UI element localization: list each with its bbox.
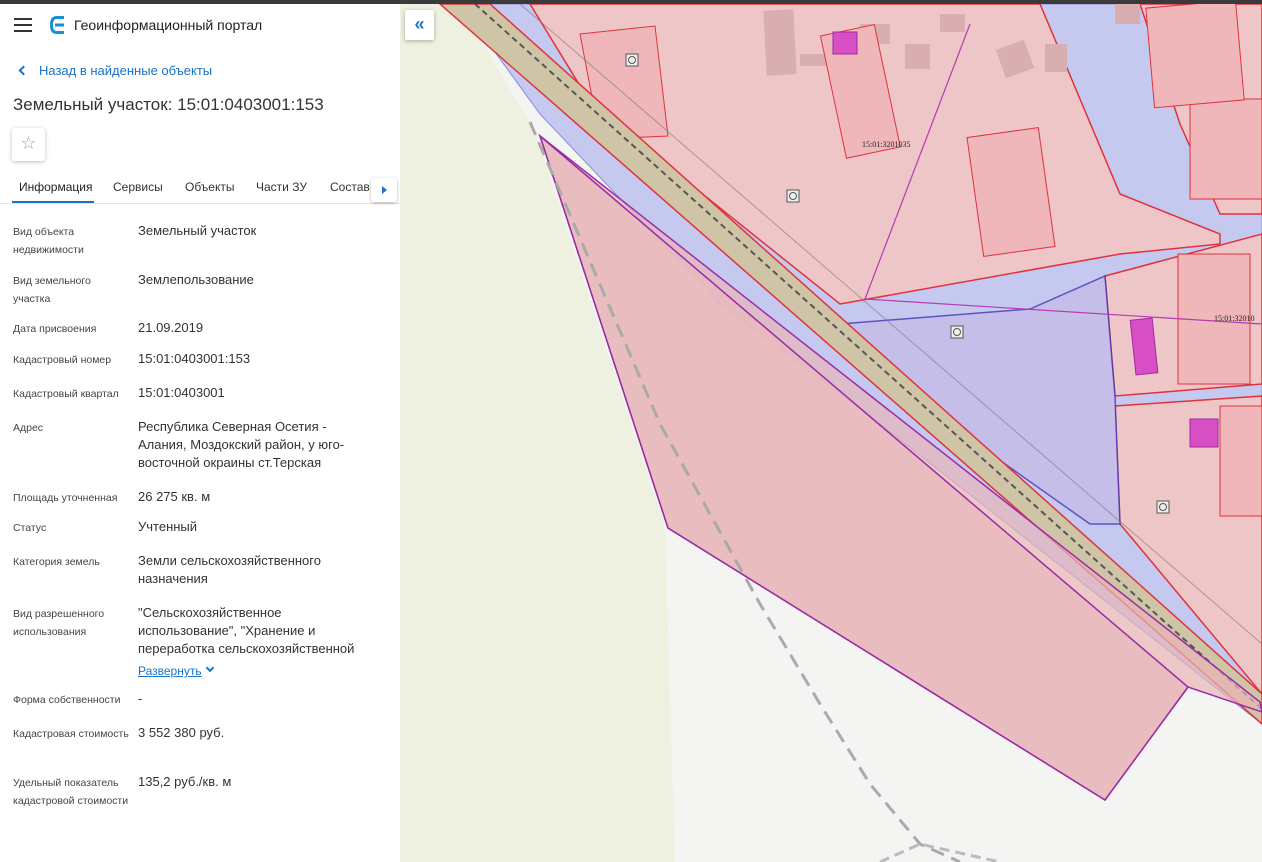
tab-objects[interactable]: Объекты — [185, 180, 235, 194]
prop-label-status: Статус — [13, 522, 47, 534]
point-marker-2[interactable] — [786, 189, 800, 203]
building-12 — [1219, 405, 1262, 517]
building-14 — [1145, 4, 1245, 109]
back-to-results-link[interactable]: Назад в найденные объекты — [16, 63, 212, 78]
prop-value-object-type: Земельный участок — [138, 223, 257, 238]
chevron-left-icon — [18, 65, 29, 76]
tab-bar: Информация Сервисы Объекты Части ЗУ Сост… — [0, 174, 400, 204]
back-link-label: Назад в найденные объекты — [39, 63, 213, 78]
chevron-down-icon[interactable] — [205, 663, 215, 673]
prop-label-object-type: Вид объекта недвижимости — [13, 226, 84, 256]
double-chevron-left-icon: « — [414, 14, 425, 34]
point-marker-1[interactable] — [625, 53, 639, 67]
hamburger-menu-icon[interactable] — [14, 18, 32, 32]
prop-label-ownership-form: Форма собственности — [13, 694, 121, 706]
magenta-object-1 — [832, 31, 858, 55]
tabs-scroll-right-button[interactable] — [371, 178, 397, 202]
prop-value-area: 26 275 кв. м — [138, 489, 211, 504]
page-title: Земельный участок: 15:01:0403001:153 — [13, 95, 324, 114]
prop-value-assignment-date: 21.09.2019 — [138, 320, 204, 335]
tab-composition[interactable]: Состав — [330, 180, 370, 194]
map-label-parcel-2: 15:01:32010 — [1214, 314, 1254, 323]
prop-value-address: Республика Северная Осетия - Алания, Моз… — [138, 419, 345, 470]
prop-label-land-category: Категория земель — [13, 556, 100, 568]
active-tab-indicator — [12, 201, 94, 203]
info-panel: Геоинформационный портал Назад в найденн… — [0, 4, 400, 862]
prop-value-status: Учтенный — [138, 519, 198, 534]
building-1 — [763, 9, 797, 76]
point-marker-3[interactable] — [950, 325, 964, 339]
prop-label-permitted-use: Вид разрешенного использования — [13, 608, 105, 638]
building-8 — [1115, 4, 1140, 24]
tab-information[interactable]: Информация — [19, 180, 92, 194]
favorite-star-button[interactable]: ☆ — [12, 128, 45, 161]
tab-parcel-parts[interactable]: Части ЗУ — [256, 180, 307, 194]
app-bar: Геоинформационный портал — [0, 10, 400, 42]
prop-label-parcel-type: Вид земельного участка — [13, 275, 91, 305]
star-outline-icon: ☆ — [20, 133, 37, 153]
prop-label-area: Площадь уточненная — [13, 492, 118, 504]
window-top-border — [0, 0, 1262, 4]
building-4 — [905, 44, 930, 69]
collapse-panel-button[interactable]: « — [405, 10, 434, 40]
prop-label-cadastral-value: Кадастровая стоимость — [13, 728, 129, 740]
prop-value-cadastral-value: 3 552 380 руб. — [138, 725, 225, 740]
prop-label-cadastral-number: Кадастровый номер — [13, 354, 112, 366]
prop-value-specific-value: 135,2 руб./кв. м — [138, 774, 232, 789]
map-label-parcel-1: 15:01:3201035 — [862, 140, 910, 149]
magenta-object-3 — [1189, 418, 1219, 448]
app-title: Геоинформационный портал — [74, 17, 263, 33]
building-5 — [940, 14, 965, 32]
map-canvas[interactable]: 15:01:3201035 15:01:32010 — [400, 4, 1262, 862]
prop-value-ownership-form: - — [138, 691, 143, 706]
building-7 — [1045, 44, 1067, 72]
prop-label-specific-value: Удельный показатель кадастровой стоимост… — [13, 777, 129, 807]
prop-value-parcel-type: Землепользование — [138, 272, 254, 287]
building-13 — [1189, 98, 1262, 200]
prop-label-cadastral-quarter: Кадастровый квартал — [13, 388, 119, 400]
portal-logo-icon[interactable] — [48, 15, 66, 35]
tab-services[interactable]: Сервисы — [113, 180, 163, 194]
prop-label-assignment-date: Дата присвоения — [13, 323, 97, 335]
prop-value-land-category: Земли сельскохозяйственного назначения — [138, 553, 321, 586]
prop-value-permitted-use: "Сельскохозяйственное использование", "Х… — [138, 605, 355, 656]
map-view[interactable]: 15:01:3201035 15:01:32010 — [400, 4, 1262, 862]
expand-link[interactable]: Развернуть — [138, 664, 202, 678]
prop-value-cadastral-number: 15:01:0403001:153 — [138, 351, 251, 366]
prop-label-address: Адрес — [13, 422, 44, 434]
prop-value-cadastral-quarter: 15:01:0403001 — [138, 385, 225, 400]
point-marker-4[interactable] — [1156, 500, 1170, 514]
